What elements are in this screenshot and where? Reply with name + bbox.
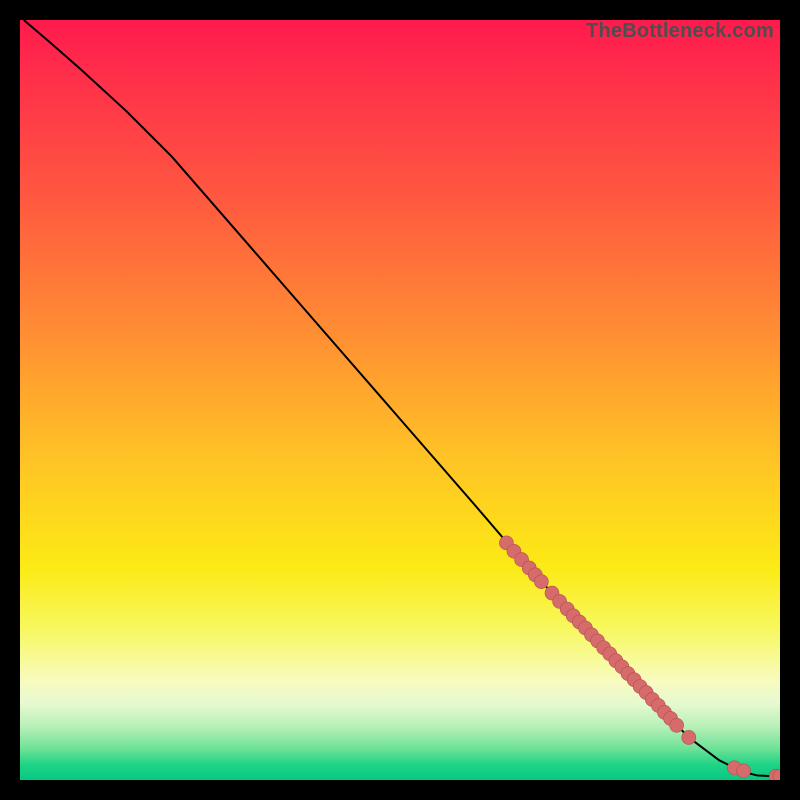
plot-area: TheBottleneck.com [20,20,780,780]
data-point [670,718,684,732]
highlighted-points-group [499,536,780,780]
chart-overlay-svg [20,20,780,780]
data-point [682,730,696,744]
chart-frame: TheBottleneck.com [0,0,800,800]
data-point [737,764,751,778]
bottleneck-curve [24,20,780,776]
data-point [534,575,548,589]
